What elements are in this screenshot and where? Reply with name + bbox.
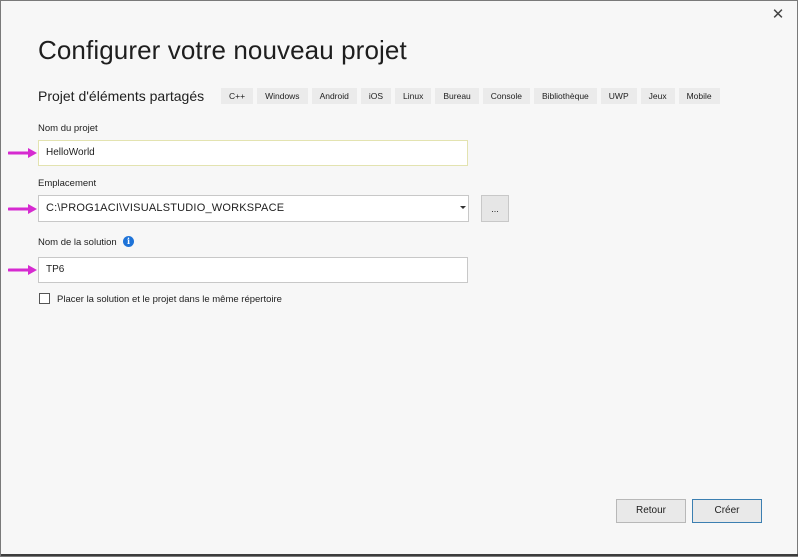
info-icon[interactable]: i <box>123 236 134 247</box>
browse-button[interactable]: ... <box>481 195 509 222</box>
solution-name-input[interactable]: TP6 <box>38 257 468 283</box>
same-directory-label[interactable]: Placer la solution et le projet dans le … <box>57 294 282 305</box>
tag-mobile: Mobile <box>678 88 720 104</box>
dropdown-arrow-icon[interactable] <box>460 206 466 209</box>
tag-bureau: Bureau <box>435 88 479 104</box>
tag-linux: Linux <box>395 88 432 104</box>
tag-windows: Windows <box>257 88 308 104</box>
back-button[interactable]: Retour <box>616 499 686 523</box>
right-arrow-icon <box>8 265 37 275</box>
tag-android: Android <box>311 88 357 104</box>
tag-cpp: C++ <box>221 88 254 104</box>
tag-uwp: UWP <box>600 88 637 104</box>
right-arrow-icon <box>8 204 37 214</box>
tag-console: Console <box>482 88 530 104</box>
tag-jeux: Jeux <box>640 88 675 104</box>
tag-ios: iOS <box>360 88 392 104</box>
tag-bibliotheque: Bibliothèque <box>533 88 597 104</box>
window-bottom-border <box>1 554 798 556</box>
same-directory-checkbox[interactable] <box>39 293 50 304</box>
location-value: C:\PROG1ACI\VISUALSTUDIO_WORKSPACE <box>46 202 285 214</box>
project-name-label: Nom du projet <box>38 123 98 134</box>
location-label: Emplacement <box>38 178 97 189</box>
configure-project-dialog: ✕ Configurer votre nouveau projet Projet… <box>0 0 798 557</box>
template-tags: C++ Windows Android iOS Linux Bureau Con… <box>221 88 720 106</box>
page-title: Configurer votre nouveau projet <box>38 35 407 65</box>
project-name-input[interactable]: HelloWorld <box>38 140 468 166</box>
solution-name-label: Nom de la solution <box>38 237 117 248</box>
template-name: Projet d'éléments partagés <box>38 88 205 104</box>
right-arrow-icon <box>8 148 37 158</box>
close-icon[interactable]: ✕ <box>769 6 787 24</box>
create-button[interactable]: Créer <box>692 499 762 523</box>
location-combobox[interactable]: C:\PROG1ACI\VISUALSTUDIO_WORKSPACE <box>38 195 469 222</box>
